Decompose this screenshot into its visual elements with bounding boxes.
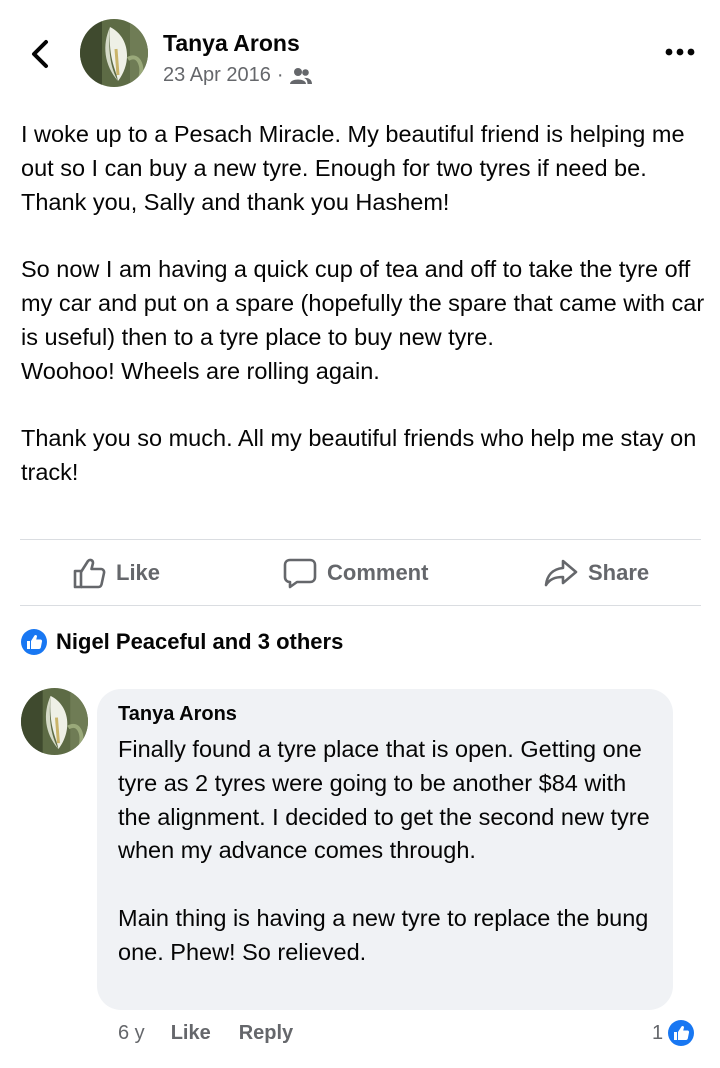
like-label: Like <box>116 560 161 585</box>
comment-text: Finally found a tyre place that is open.… <box>118 736 650 965</box>
comment-button[interactable]: Comment <box>283 541 428 605</box>
post-meta: 23 Apr 2016 · <box>163 64 312 87</box>
like-reaction-icon <box>668 1020 695 1046</box>
comment-label: Comment <box>327 560 429 585</box>
post-header: Tanya Arons 23 Apr 2016 · <box>0 0 720 104</box>
post-text: I woke up to a Pesach Miracle. My beauti… <box>21 121 705 485</box>
friends-icon <box>289 67 312 84</box>
comment-like-button[interactable]: Like <box>171 1022 211 1045</box>
commenter-avatar[interactable] <box>21 688 88 755</box>
author-avatar[interactable] <box>80 19 148 87</box>
divider-bottom <box>20 605 701 606</box>
comment-reaction-count: 1 <box>652 1021 664 1044</box>
author-name[interactable]: Tanya Arons <box>163 30 300 57</box>
more-options-button[interactable] <box>660 38 700 66</box>
thumbs-up-icon <box>73 558 106 589</box>
comment-reactions[interactable]: 1 <box>652 1016 695 1050</box>
like-button[interactable]: Like <box>72 541 160 605</box>
share-label: Share <box>588 560 650 585</box>
reactions-summary[interactable]: Nigel Peaceful and 3 others <box>20 626 343 658</box>
chevron-left-icon <box>32 40 48 68</box>
comment-author[interactable]: Tanya Arons <box>118 703 237 726</box>
comment-meta: 6 y Like Reply <box>118 1016 321 1050</box>
post-date[interactable]: 23 Apr 2016 <box>163 64 271 87</box>
post-action-bar: Like Comment Share <box>0 541 720 605</box>
share-icon <box>544 559 578 587</box>
share-button[interactable]: Share <box>544 541 649 605</box>
reactions-text: Nigel Peaceful and 3 others <box>56 629 344 654</box>
back-button[interactable] <box>24 36 56 72</box>
meta-separator: · <box>276 64 284 86</box>
comment-age: 6 y <box>118 1021 145 1044</box>
comment-reply-button[interactable]: Reply <box>239 1022 293 1045</box>
more-horizontal-icon <box>665 48 695 56</box>
divider-top <box>20 539 701 540</box>
like-reaction-icon <box>21 629 47 655</box>
comment-bubble: Tanya Arons Finally found a tyre place t… <box>97 689 673 1010</box>
comment-icon <box>283 558 317 589</box>
